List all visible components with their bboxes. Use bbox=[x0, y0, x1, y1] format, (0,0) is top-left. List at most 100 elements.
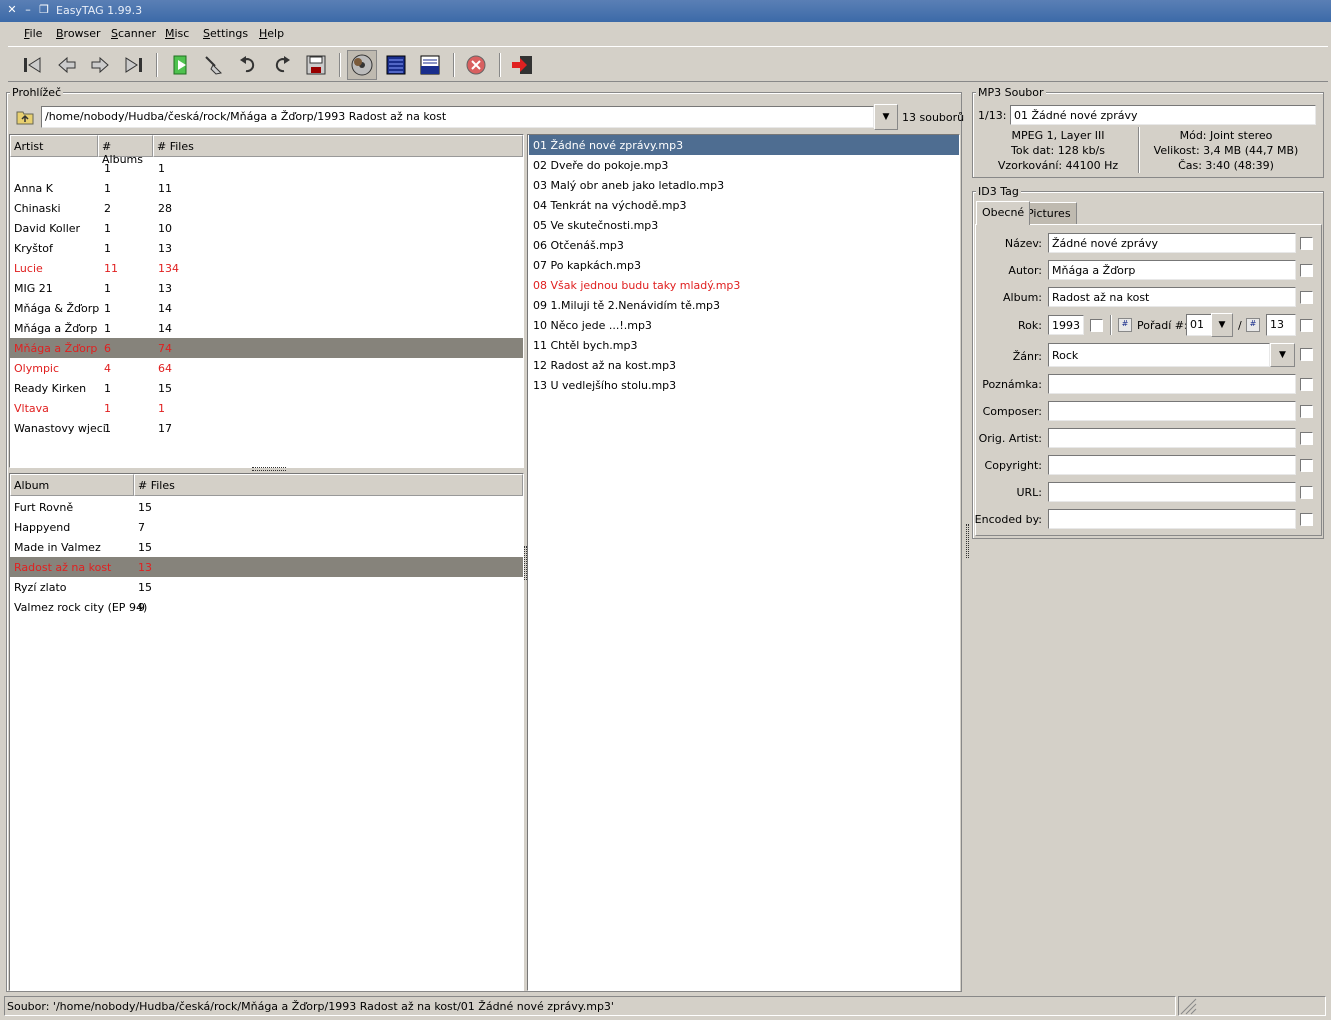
album-row[interactable]: Radost až na kost 13 bbox=[10, 557, 523, 577]
undo-button[interactable] bbox=[233, 50, 263, 80]
id3-field-apply-checkbox[interactable] bbox=[1300, 378, 1313, 391]
restore-icon[interactable]: ❐ bbox=[38, 4, 50, 16]
menu-scanner[interactable]: Scanner bbox=[111, 27, 156, 40]
year-apply-checkbox[interactable] bbox=[1090, 319, 1103, 332]
right-splitter-handle[interactable] bbox=[966, 524, 969, 558]
artist-row[interactable]: Mňága a Žďorp 1 14 bbox=[10, 318, 523, 338]
id3-field-apply-checkbox[interactable] bbox=[1300, 459, 1313, 472]
id3-field-input[interactable] bbox=[1048, 455, 1296, 475]
track-apply-checkbox[interactable] bbox=[1300, 319, 1313, 332]
scan-button[interactable] bbox=[166, 50, 196, 80]
artist-row[interactable]: David Koller 1 10 bbox=[10, 218, 523, 238]
file-row[interactable]: 07 Po kapkách.mp3 bbox=[529, 255, 959, 275]
menu-help[interactable]: Help bbox=[259, 27, 284, 40]
artist-column-header[interactable]: Artist bbox=[10, 135, 98, 157]
track-dropdown-button[interactable]: ▼ bbox=[1211, 313, 1233, 337]
albums-column-header[interactable]: # Albums bbox=[98, 135, 153, 166]
show-all-button[interactable] bbox=[381, 50, 411, 80]
close-icon[interactable]: ✕ bbox=[6, 4, 18, 16]
browser-view-button[interactable] bbox=[347, 50, 377, 80]
show-changed-button[interactable] bbox=[415, 50, 445, 80]
id3-field-input[interactable]: Žádné nové zprávy bbox=[1048, 233, 1296, 253]
file-row[interactable]: 02 Dveře do pokoje.mp3 bbox=[529, 155, 959, 175]
menu-file[interactable]: File bbox=[24, 27, 42, 40]
files-column-header[interactable]: # Files bbox=[153, 135, 523, 157]
file-row[interactable]: 09 1.Miluji tě 2.Nenávidím tě.mp3 bbox=[529, 295, 959, 315]
id3-field-apply-checkbox[interactable] bbox=[1300, 486, 1313, 499]
artist-row[interactable]: Chinaski 2 28 bbox=[10, 198, 523, 218]
artist-row[interactable]: Ready Kirken 1 15 bbox=[10, 378, 523, 398]
artist-row[interactable]: Lucie 11 134 bbox=[10, 258, 523, 278]
artist-row[interactable]: Wanastovy wjeci 1 17 bbox=[10, 418, 523, 438]
id3-field-apply-checkbox[interactable] bbox=[1300, 405, 1313, 418]
track-total-input[interactable]: 13 bbox=[1266, 314, 1296, 336]
id3-field-input[interactable]: Radost až na kost bbox=[1048, 287, 1296, 307]
file-row[interactable]: 04 Tenkrát na východě.mp3 bbox=[529, 195, 959, 215]
year-input[interactable]: 1993 bbox=[1048, 315, 1084, 335]
id3-field-input[interactable] bbox=[1048, 509, 1296, 529]
id3-field-input[interactable] bbox=[1048, 401, 1296, 421]
album-column-header[interactable]: Album bbox=[10, 474, 134, 496]
track-input[interactable]: 01 bbox=[1186, 314, 1212, 336]
path-input[interactable]: /home/nobody/Hudba/česká/rock/Mňága a Žď… bbox=[41, 106, 874, 128]
genre-apply-checkbox[interactable] bbox=[1300, 348, 1313, 361]
file-row[interactable]: 12 Radost až na kost.mp3 bbox=[529, 355, 959, 375]
genre-input[interactable]: Rock bbox=[1048, 343, 1270, 367]
previous-file-button[interactable] bbox=[52, 50, 82, 80]
tab-general[interactable]: Obecné bbox=[976, 201, 1031, 225]
file-row[interactable]: 08 Však jednou budu taky mladý.mp3 bbox=[529, 275, 959, 295]
album-files-column-header[interactable]: # Files bbox=[134, 474, 523, 496]
file-row[interactable]: 06 Otčenáš.mp3 bbox=[529, 235, 959, 255]
track-total-button[interactable]: # bbox=[1246, 318, 1260, 332]
album-row[interactable]: Made in Valmez 15 bbox=[10, 537, 523, 557]
filename-input[interactable]: 01 Žádné nové zprávy bbox=[1010, 105, 1316, 125]
file-name: 11 Chtěl bych.mp3 bbox=[533, 339, 638, 352]
redo-button[interactable] bbox=[267, 50, 297, 80]
album-row[interactable]: Valmez rock city (EP 94) 9 bbox=[10, 597, 523, 617]
minimize-icon[interactable]: – bbox=[22, 4, 34, 16]
artist-row[interactable]: Olympic 4 64 bbox=[10, 358, 523, 378]
path-dropdown-button[interactable]: ▼ bbox=[874, 104, 898, 130]
id3-field-apply-checkbox[interactable] bbox=[1300, 264, 1313, 277]
file-row[interactable]: 05 Ve skutečnosti.mp3 bbox=[529, 215, 959, 235]
year-separator bbox=[1110, 315, 1112, 335]
clean-button[interactable] bbox=[199, 50, 229, 80]
file-row[interactable]: 13 U vedlejšího stolu.mp3 bbox=[529, 375, 959, 395]
artist-row[interactable]: Anna K 1 11 bbox=[10, 178, 523, 198]
first-file-button[interactable] bbox=[18, 50, 48, 80]
artist-row[interactable]: Vltava 1 1 bbox=[10, 398, 523, 418]
artist-row[interactable]: Mňága a Žďorp 6 74 bbox=[10, 338, 523, 358]
quit-button[interactable] bbox=[507, 50, 537, 80]
track-number-button[interactable]: # bbox=[1118, 318, 1132, 332]
id3-field-input[interactable] bbox=[1048, 374, 1296, 394]
id3-field-apply-checkbox[interactable] bbox=[1300, 291, 1313, 304]
artist-name: Chinaski bbox=[14, 202, 61, 215]
artist-row[interactable]: 11 bbox=[10, 158, 523, 178]
file-row[interactable]: 11 Chtěl bych.mp3 bbox=[529, 335, 959, 355]
id3-field-apply-checkbox[interactable] bbox=[1300, 237, 1313, 250]
stop-button[interactable] bbox=[461, 50, 491, 80]
save-button[interactable] bbox=[301, 50, 331, 80]
id3-field-input[interactable] bbox=[1048, 482, 1296, 502]
menu-misc[interactable]: Misc bbox=[165, 27, 189, 40]
parent-dir-button[interactable] bbox=[12, 106, 38, 128]
genre-dropdown-button[interactable]: ▼ bbox=[1270, 343, 1295, 367]
menu-settings[interactable]: Settings bbox=[203, 27, 248, 40]
artist-row[interactable]: Kryštof 1 13 bbox=[10, 238, 523, 258]
last-file-button[interactable] bbox=[118, 50, 148, 80]
artist-row[interactable]: Mňága & Žďorp 1 14 bbox=[10, 298, 523, 318]
album-row[interactable]: Furt Rovně 15 bbox=[10, 497, 523, 517]
file-row[interactable]: 03 Malý obr aneb jako letadlo.mp3 bbox=[529, 175, 959, 195]
pane-splitter-handle[interactable] bbox=[252, 467, 286, 471]
album-row[interactable]: Ryzí zlato 15 bbox=[10, 577, 523, 597]
file-row[interactable]: 10 Něco jede ...!.mp3 bbox=[529, 315, 959, 335]
file-row[interactable]: 01 Žádné nové zprávy.mp3 bbox=[529, 135, 959, 155]
next-file-button[interactable] bbox=[85, 50, 115, 80]
artist-row[interactable]: MIG 21 1 13 bbox=[10, 278, 523, 298]
id3-field-apply-checkbox[interactable] bbox=[1300, 513, 1313, 526]
menu-browser[interactable]: Browser bbox=[56, 27, 101, 40]
album-row[interactable]: Happyend 7 bbox=[10, 517, 523, 537]
id3-field-apply-checkbox[interactable] bbox=[1300, 432, 1313, 445]
id3-field-input[interactable]: Mňága a Žďorp bbox=[1048, 260, 1296, 280]
id3-field-input[interactable] bbox=[1048, 428, 1296, 448]
